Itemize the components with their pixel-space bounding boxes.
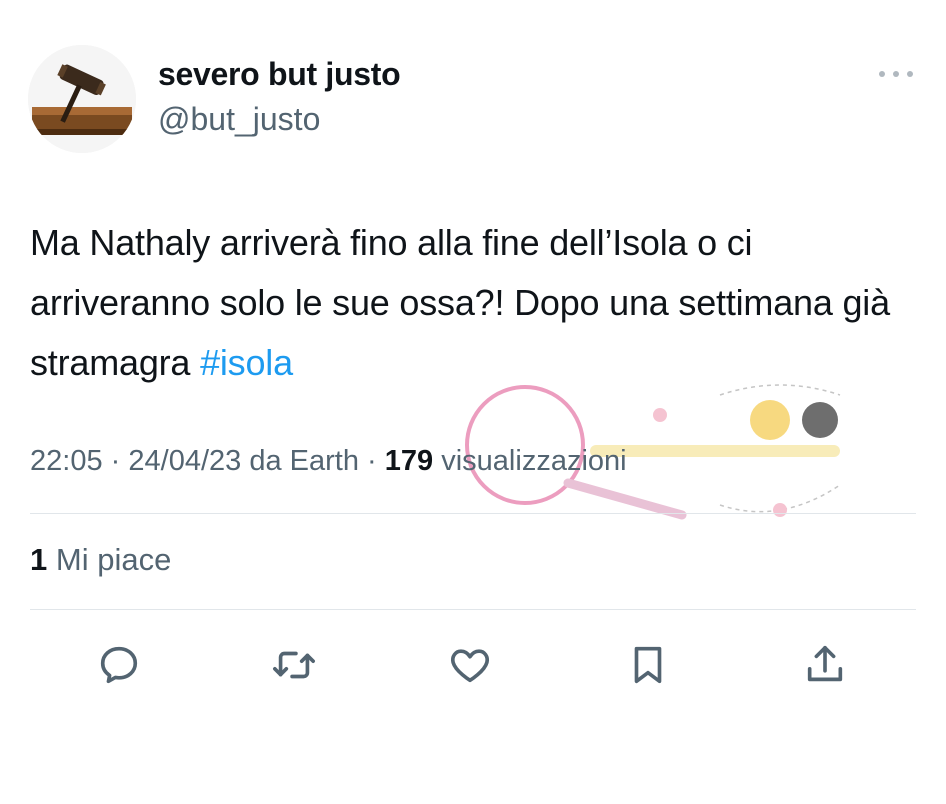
reply-icon <box>100 646 138 684</box>
share-button[interactable] <box>800 640 850 690</box>
like-button[interactable] <box>445 640 495 690</box>
tweet-time[interactable]: 22:05 <box>30 445 103 477</box>
bookmark-icon <box>634 646 662 684</box>
reply-button[interactable] <box>94 640 144 690</box>
tweet-meta: 22:05 · 24/04/23 da Earth · 179 visualiz… <box>30 445 627 478</box>
separator: · <box>367 445 377 477</box>
tweet-body: Ma Nathaly arriverà fino alla fine dell’… <box>30 222 890 383</box>
views-label: visualizzazioni <box>441 445 627 477</box>
display-name[interactable]: severo but justo <box>158 56 401 93</box>
retweet-button[interactable] <box>269 640 319 690</box>
like-icon <box>450 649 490 683</box>
tweet-date[interactable]: 24/04/23 <box>128 445 241 477</box>
source-prefix: da <box>249 445 282 477</box>
views-count[interactable]: 179 <box>385 445 433 477</box>
retweet-icon <box>273 651 315 679</box>
tweet-text: Ma Nathaly arriverà fino alla fine dell’… <box>30 213 910 393</box>
avatar[interactable] <box>28 45 136 153</box>
bookmark-button[interactable] <box>623 640 673 690</box>
tweet-source: Earth <box>289 445 359 477</box>
separator: · <box>110 445 121 477</box>
hashtag-link[interactable]: #isola <box>200 342 293 383</box>
divider <box>30 513 916 514</box>
likes-count: 1 <box>30 542 48 577</box>
user-handle[interactable]: @but_justo <box>158 101 320 138</box>
gavel-icon <box>28 45 136 153</box>
likes-summary[interactable]: 1 Mi piace <box>30 542 171 578</box>
likes-label: Mi piace <box>55 542 172 577</box>
more-options-icon[interactable] <box>876 62 916 86</box>
share-icon <box>807 645 843 682</box>
divider <box>30 609 916 610</box>
